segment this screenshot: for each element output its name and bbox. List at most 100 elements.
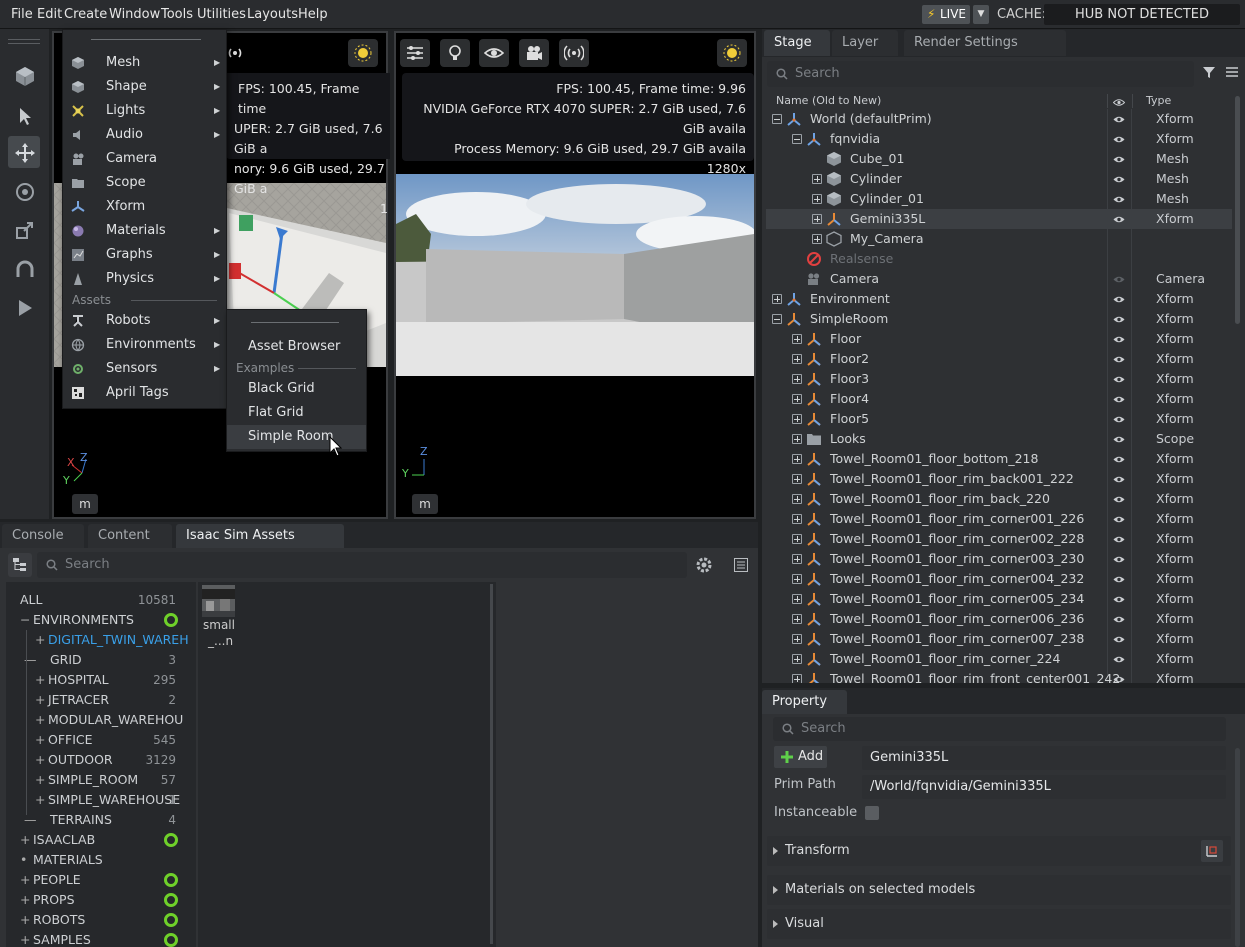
sun-icon[interactable]	[348, 39, 378, 67]
stage-tree-row[interactable]: Towel_Room01_floor_rim_corner005_234 Xfor…	[766, 589, 1232, 609]
asset-library-item[interactable]: + JETRACER 2	[6, 690, 176, 710]
viewport-right[interactable]: FPS: 100.45, Frame time: 9.96 NVIDIA GeF…	[394, 31, 756, 519]
stage-tree-row[interactable]: Towel_Room01_floor_rim_corner003_230 Xfor…	[766, 549, 1232, 569]
april-tags-menu-item[interactable]: April Tags	[63, 381, 226, 405]
asset-library-item[interactable]: + ROBOTS	[6, 910, 178, 930]
graphs-menu-item[interactable]: Graphs ▶	[63, 243, 226, 267]
menu-file[interactable]: File	[11, 0, 33, 29]
expand-toggle-icon[interactable]	[792, 574, 802, 584]
expand-toggle-icon[interactable]	[792, 494, 802, 504]
asset-library-item[interactable]: • MATERIALS	[6, 850, 176, 870]
asset-library-item[interactable]: + PEOPLE	[6, 870, 178, 890]
visibility-eye-icon[interactable]	[1113, 675, 1125, 683]
menu-layouts[interactable]: Layouts	[247, 0, 298, 29]
asset-library-item[interactable]: + PROPS	[6, 890, 178, 910]
expand-toggle-icon[interactable]	[792, 354, 802, 364]
stage-tree-row[interactable]: Floor3 Xform	[766, 369, 1232, 389]
stage-tree-row[interactable]: Realsense	[766, 249, 1232, 269]
stage-search-input[interactable]: Search	[767, 61, 1194, 87]
visibility-eye-icon[interactable]	[1113, 155, 1125, 164]
expand-toggle-icon[interactable]	[792, 414, 802, 424]
asset-library-item[interactable]: + SIMPLE_ROOM 57	[6, 770, 176, 790]
filter-icon[interactable]	[1201, 64, 1217, 80]
stage-tree-row[interactable]: Towel_Room01_floor_rim_corner001_226 Xfor…	[766, 509, 1232, 529]
asset-library-item[interactable]: + SIMPLE_WAREHOUSE 1	[6, 790, 180, 810]
assets-search-input[interactable]: Search	[37, 552, 687, 578]
stage-tree-row[interactable]: My_Camera	[766, 229, 1232, 249]
stage-tree-row[interactable]: Cube_01 Mesh	[766, 149, 1232, 169]
robots-menu-item[interactable]: Robots ▶	[63, 309, 226, 333]
stage-tree-row[interactable]: Floor5 Xform	[766, 409, 1232, 429]
add-button[interactable]: Add	[774, 746, 827, 768]
stage-tree-row[interactable]: Cylinder Mesh	[766, 169, 1232, 189]
select-tool-icon[interactable]	[8, 99, 40, 131]
tab-console[interactable]: Console	[2, 524, 84, 548]
menu-edit[interactable]: Edit	[37, 0, 62, 29]
shape-menu-item[interactable]: Shape ▶	[63, 75, 226, 99]
units-badge-right[interactable]: m	[412, 494, 438, 514]
environments-globe-menu-item[interactable]: Environments ▶	[63, 333, 226, 357]
visibility-eye-icon[interactable]	[1113, 395, 1125, 404]
lightbulb-icon[interactable]	[440, 39, 470, 67]
visibility-eye-icon[interactable]	[1113, 275, 1125, 284]
asset-library-item[interactable]: − ENVIRONMENTS	[6, 610, 178, 630]
visibility-eye-icon[interactable]	[1113, 315, 1125, 324]
visibility-eye-icon[interactable]	[1113, 355, 1125, 364]
lights-menu-item[interactable]: Lights ▶	[63, 99, 226, 123]
stage-tree-row[interactable]: Looks Scope	[766, 429, 1232, 449]
collapse-toggle-icon[interactable]	[772, 114, 782, 124]
instanceable-checkbox[interactable]	[865, 806, 879, 820]
gear-icon[interactable]	[695, 556, 713, 574]
stage-tree-row[interactable]: fqnvidia Xform	[766, 129, 1232, 149]
asset-library-item[interactable]: — TERRAINS 4	[6, 810, 176, 830]
expand-toggle-icon[interactable]	[792, 534, 802, 544]
column-type-header[interactable]: Type	[1146, 93, 1171, 109]
visibility-eye-icon[interactable]	[1113, 135, 1125, 144]
expand-toggle-icon[interactable]	[792, 594, 802, 604]
column-name-header[interactable]: Name (Old to New)	[776, 93, 881, 109]
stage-tree-row[interactable]: Floor4 Xform	[766, 389, 1232, 409]
expand-toggle-icon[interactable]	[812, 214, 822, 224]
stage-tree-row[interactable]: Towel_Room01_floor_rim_corner007_238 Xfor…	[766, 629, 1232, 649]
xform-menu-item[interactable]: Xform	[63, 195, 226, 219]
menu-tools[interactable]: Tools	[161, 0, 193, 29]
asset-library-item[interactable]: + OUTDOOR 3129	[6, 750, 176, 770]
visibility-eye-icon[interactable]	[1113, 455, 1125, 464]
stage-tree-row[interactable]: World (defaultPrim) Xform	[766, 109, 1232, 129]
expand-toggle-icon[interactable]	[792, 674, 802, 683]
prim-name-field[interactable]: Gemini335L	[862, 746, 1226, 770]
expand-toggle-icon[interactable]	[792, 394, 802, 404]
tab-property[interactable]: Property	[762, 690, 847, 714]
visibility-eye-icon[interactable]	[1113, 515, 1125, 524]
prim-path-field[interactable]: /World/fqnvidia/Gemini335L	[862, 775, 1226, 799]
visibility-eye-icon[interactable]	[1113, 535, 1125, 544]
visibility-eye-icon[interactable]	[1113, 595, 1125, 604]
visibility-eye-icon[interactable]	[1113, 215, 1125, 224]
visibility-eye-icon[interactable]	[1113, 555, 1125, 564]
tab-isaac-sim-assets[interactable]: Isaac Sim Assets [Beta]	[176, 524, 344, 567]
stage-tree-row[interactable]: Towel_Room01_floor_rim_corner004_232 Xfor…	[766, 569, 1232, 589]
audio-waves-icon-right[interactable]	[559, 39, 589, 67]
menu-window[interactable]: Window	[109, 0, 160, 29]
audio-menu-item[interactable]: Audio ▶	[63, 123, 226, 147]
live-button[interactable]: ⚡ LIVE	[922, 5, 970, 24]
menu-create[interactable]: Create	[64, 0, 107, 29]
mesh-menu-item[interactable]: Mesh ▶	[63, 51, 226, 75]
visibility-eye-icon[interactable]	[1113, 175, 1125, 184]
scale-tool-icon[interactable]	[8, 213, 40, 245]
scope-folder-menu-item[interactable]: Scope	[63, 171, 226, 195]
asset-thumbnail[interactable]	[202, 585, 235, 617]
property-scrollbar[interactable]	[1235, 748, 1240, 947]
expand-toggle-icon[interactable]	[812, 194, 822, 204]
stage-tree-row[interactable]: Towel_Room01_floor_rim_back001_222 Xform	[766, 469, 1232, 489]
asset-library-item[interactable]: + SAMPLES	[6, 930, 178, 947]
settings-sliders-icon[interactable]	[400, 39, 430, 67]
sun-icon-right[interactable]	[717, 39, 747, 67]
expand-toggle-icon[interactable]	[792, 334, 802, 344]
visibility-eye-icon[interactable]	[1113, 415, 1125, 424]
visibility-eye-icon[interactable]	[1113, 575, 1125, 584]
materials-section[interactable]: Materials on selected models	[767, 875, 1231, 905]
stage-tree-row[interactable]: SimpleRoom Xform	[766, 309, 1232, 329]
stage-tree-row[interactable]: Floor Xform	[766, 329, 1232, 349]
visibility-eye-icon[interactable]	[1113, 615, 1125, 624]
